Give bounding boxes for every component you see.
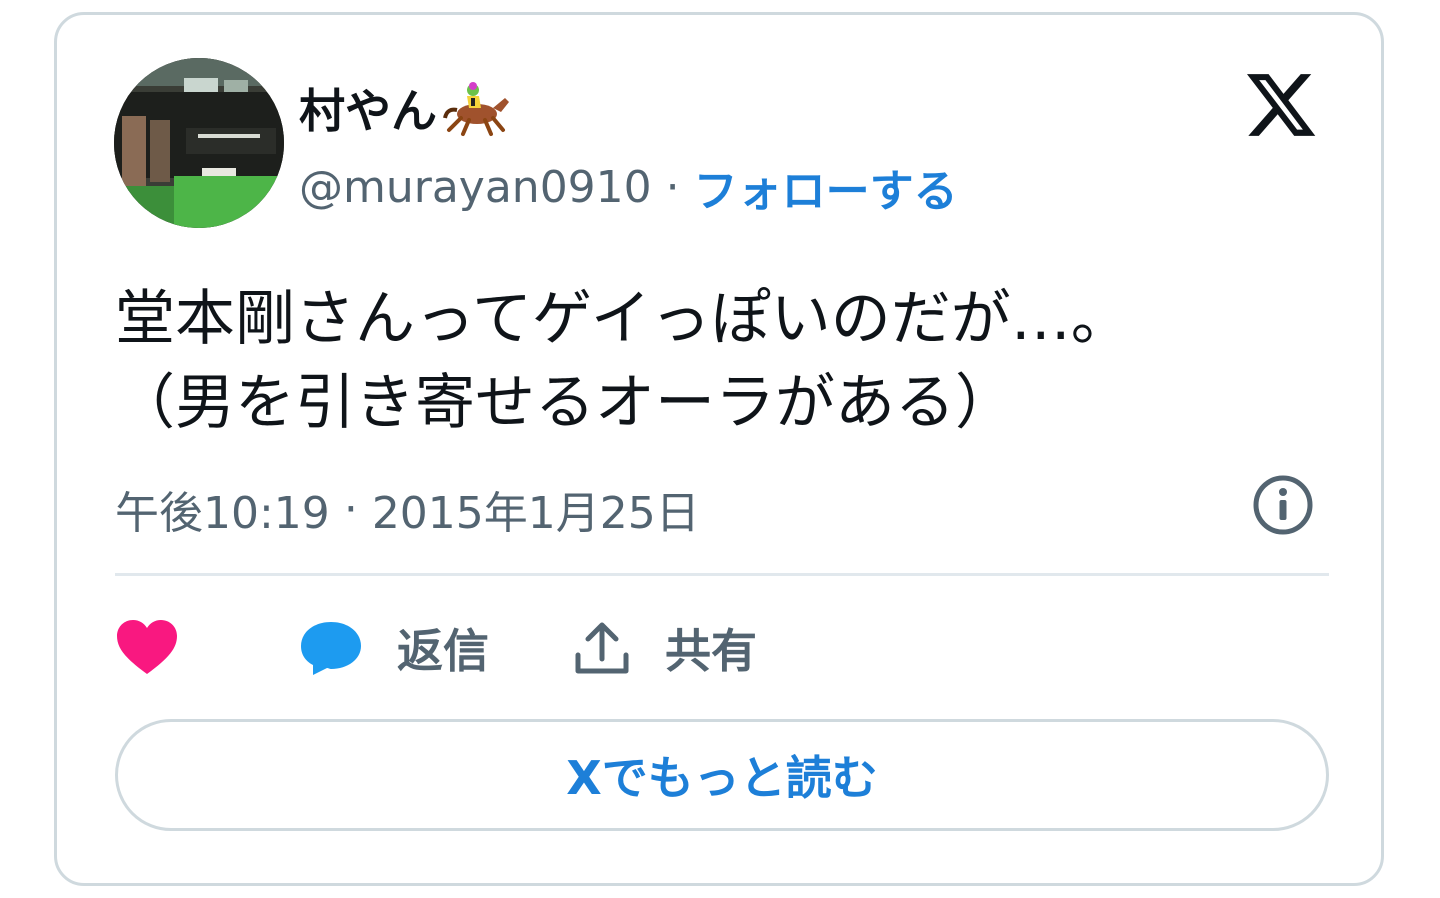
horse-racing-emoji [443,82,509,136]
display-name[interactable]: 村やん [299,75,437,141]
avatar[interactable] [114,58,284,228]
embedded-tweet-card[interactable]: 村やん @murayan0910 · フォローする 堂本剛さんってゲイっぽいのだ… [54,12,1384,886]
tweet-text-line: 堂本剛さんってゲイっぽいのだが…。 [115,284,1131,354]
tweet-timestamp[interactable]: 午後10:19 · 2015年1月25日 [115,477,700,541]
read-more-button[interactable]: Xでもっと読む [115,719,1329,831]
separator: · [665,161,680,213]
share-label: 共有 [665,624,757,678]
follow-link[interactable]: フォローする [694,155,958,219]
share-button[interactable]: 共有 [573,615,757,681]
handle-row: @murayan0910 · フォローする [299,155,958,219]
separator: · [343,483,358,535]
reply-label: 返信 [397,624,489,678]
heart-icon [117,620,177,674]
info-icon[interactable] [1251,473,1315,537]
x-logo-icon[interactable] [1243,67,1319,143]
share-icon [575,622,629,674]
tweet-time[interactable]: 午後10:19 [115,477,330,541]
name-row[interactable]: 村やん [299,75,513,141]
user-handle[interactable]: @murayan0910 [299,162,652,213]
tweet-date[interactable]: 2015年1月25日 [372,477,700,541]
like-button[interactable] [115,618,179,678]
action-bar: 返信 共有 [115,613,757,683]
reply-bubble-icon [301,622,361,675]
tweet-text: 堂本剛さんってゲイっぽいのだが…。 （男を引き寄せるオーラがある） [115,277,1335,445]
tweet-text-line: （男を引き寄せるオーラがある） [115,368,1015,438]
divider [115,573,1329,576]
reply-button[interactable]: 返信 [299,615,489,681]
